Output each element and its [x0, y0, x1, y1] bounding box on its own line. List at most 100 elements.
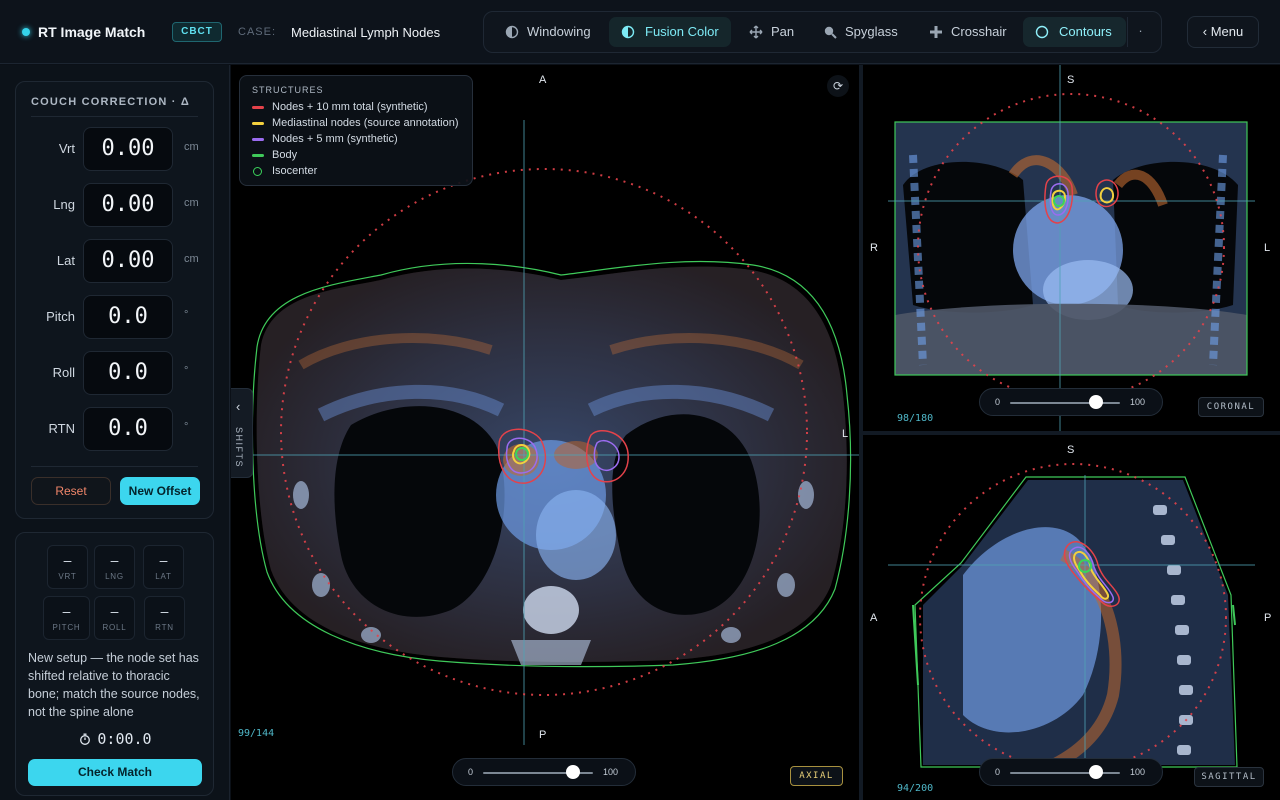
app-status-dot — [22, 28, 30, 36]
tool-contours[interactable]: Contours — [1023, 17, 1126, 47]
field-label: Roll — [52, 365, 75, 380]
coronal-image — [888, 65, 1255, 431]
stopwatch-icon — [80, 733, 91, 745]
field-vrt: Vrt 0.00 cm — [16, 127, 215, 171]
pitch-input[interactable]: 0.0 — [83, 295, 173, 339]
sagittal-image — [888, 463, 1255, 775]
field-lat: Lat 0.00 cm — [16, 239, 215, 283]
left-sidebar: COUCH CORRECTION · Δ Vrt 0.00 cm Lng 0.0… — [0, 65, 230, 800]
field-unit: cm — [184, 253, 199, 265]
new-offset-button[interactable]: New Offset — [120, 477, 200, 505]
lat-input[interactable]: 0.00 — [83, 239, 173, 283]
slider-max: 100 — [1130, 397, 1146, 407]
swatch — [252, 122, 264, 125]
app-title: RT Image Match — [38, 24, 146, 40]
sagittal-slice-slider[interactable]: 0 100 — [979, 758, 1163, 786]
stat-rtn: – RTN — [144, 596, 185, 640]
axial-slice-slider[interactable]: 0 100 — [452, 758, 636, 786]
couch-correction-title: COUCH CORRECTION · Δ — [31, 96, 191, 108]
vrt-input[interactable]: 0.00 — [83, 127, 173, 171]
stat-label: LNG — [105, 572, 124, 581]
orientation-right: L — [842, 428, 849, 440]
stat-vrt: – VRT — [47, 545, 88, 589]
legend-label: Nodes + 5 mm (synthetic) — [272, 133, 398, 145]
stat-lat: – LAT — [143, 545, 184, 589]
more-tools-button[interactable]: · — [1127, 17, 1153, 47]
field-label: Vrt — [58, 141, 75, 156]
tool-crosshair[interactable]: Crosshair — [917, 17, 1017, 47]
legend-label: Isocenter — [272, 165, 318, 177]
orientation-right: L — [1264, 242, 1271, 254]
stat-value: – — [160, 603, 169, 619]
divider — [31, 116, 198, 117]
stat-lng: – LNG — [94, 545, 135, 589]
slider-min: 0 — [995, 767, 1001, 777]
chevron-left-icon: ‹ — [236, 399, 241, 414]
swatch — [252, 106, 264, 109]
menu-button[interactable]: ‹ Menu — [1187, 16, 1259, 48]
case-label: CASE: — [238, 26, 277, 38]
tool-fusion-color-label: Fusion Color — [645, 24, 719, 39]
legend-title: STRUCTURES — [252, 85, 324, 95]
tool-pan[interactable]: Pan — [737, 17, 805, 47]
coronal-slice-slider[interactable]: 0 100 — [979, 388, 1163, 416]
rtn-input[interactable]: 0.0 — [83, 407, 173, 451]
stat-roll: – ROLL — [94, 596, 135, 640]
slider-handle[interactable] — [1088, 395, 1103, 409]
slider-track[interactable] — [1010, 772, 1120, 774]
tool-spyglass[interactable]: Spyglass — [811, 17, 901, 47]
structures-legend: STRUCTURES Nodes + 10 mm total (syntheti… — [239, 75, 473, 186]
slider-handle[interactable] — [1088, 765, 1103, 779]
axial-viewport[interactable]: STRUCTURES Nodes + 10 mm total (syntheti… — [231, 65, 859, 800]
orientation-top: S — [1067, 444, 1075, 456]
tool-bar: Windowing Fusion Color Pan Spyglass Cros… — [483, 11, 1162, 53]
stat-value: – — [110, 603, 119, 619]
tool-spyglass-label: Spyglass — [845, 24, 898, 39]
timer: 0:00.0 — [16, 730, 215, 748]
slice-number: 94/200 — [897, 783, 934, 794]
view-label: AXIAL — [790, 766, 843, 786]
coronal-viewport[interactable]: S R L 98/180 CORONAL 0 100 — [863, 65, 1280, 431]
tool-crosshair-label: Crosshair — [951, 24, 1007, 39]
field-lng: Lng 0.00 cm — [16, 183, 215, 227]
slider-track[interactable] — [1010, 402, 1120, 404]
move-icon — [749, 25, 763, 39]
slider-max: 100 — [603, 767, 619, 777]
swatch — [252, 154, 264, 157]
field-label: Pitch — [46, 309, 75, 324]
tool-contours-label: Contours — [1059, 24, 1112, 39]
shifts-tab-label: SHIFTS — [234, 427, 244, 469]
tool-windowing[interactable]: Windowing — [493, 17, 609, 47]
orientation-left: R — [870, 242, 878, 254]
case-name: Mediastinal Lymph Nodes — [291, 25, 441, 40]
top-bar: RT Image Match CBCT CASE: Mediastinal Ly… — [0, 0, 1280, 64]
field-unit: cm — [184, 197, 199, 209]
shifts-panel-toggle[interactable]: ‹ SHIFTS — [231, 388, 253, 478]
half-circle-icon — [621, 25, 635, 39]
crosshair-icon — [930, 26, 942, 38]
tool-fusion-color[interactable]: Fusion Color — [609, 17, 731, 47]
sagittal-viewport[interactable]: S A P 94/200 SAGITTAL 0 100 — [863, 435, 1280, 800]
stat-value: – — [159, 552, 168, 568]
stat-value: – — [63, 552, 72, 568]
stat-label: LAT — [155, 572, 172, 581]
orientation-bottom: P — [539, 729, 547, 741]
slider-max: 100 — [1130, 767, 1146, 777]
field-pitch: Pitch 0.0 ° — [16, 295, 215, 339]
stat-label: VRT — [58, 572, 77, 581]
check-match-button[interactable]: Check Match — [28, 759, 202, 786]
orientation-right: P — [1264, 612, 1272, 624]
stat-value: – — [62, 603, 71, 619]
field-unit: ° — [184, 309, 189, 321]
isocenter-icon — [253, 167, 262, 176]
orientation-left: A — [870, 612, 878, 624]
field-label: RTN — [48, 421, 75, 436]
roll-input[interactable]: 0.0 — [83, 351, 173, 395]
field-unit: ° — [184, 365, 189, 377]
orientation-top: S — [1067, 74, 1075, 86]
lng-input[interactable]: 0.00 — [83, 183, 173, 227]
reset-view-icon[interactable]: ⟳ — [827, 75, 849, 97]
field-unit: ° — [184, 421, 189, 433]
slider-handle[interactable] — [566, 765, 581, 779]
reset-button[interactable]: Reset — [31, 477, 111, 505]
